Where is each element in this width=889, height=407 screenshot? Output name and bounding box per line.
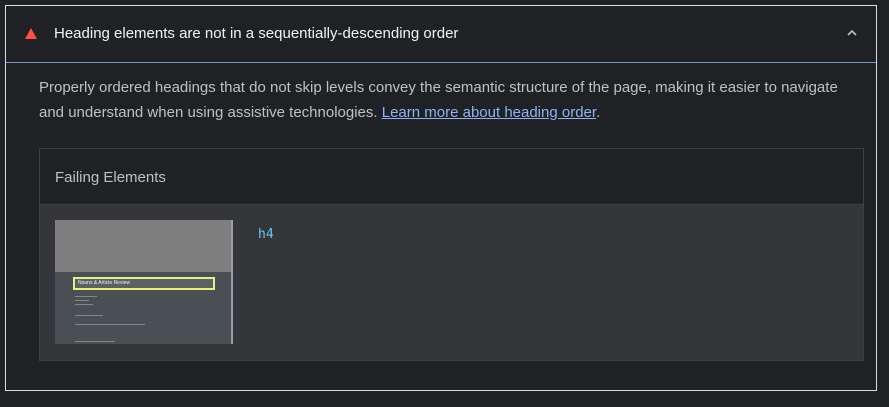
audit-description: Properly ordered headings that do not sk… <box>39 79 838 121</box>
highlighted-heading: Nouns & Article Review <box>73 277 215 290</box>
element-screenshot-thumbnail[interactable]: Nouns & Article Review <box>55 220 233 344</box>
chevron-up-icon[interactable] <box>845 26 859 40</box>
learn-more-link[interactable]: Learn more about heading order <box>382 104 596 121</box>
warning-triangle-icon <box>25 28 37 39</box>
failing-element-row[interactable]: Nouns & Article Review h4 <box>40 205 863 360</box>
audit-panel: Heading elements are not in a sequential… <box>5 5 877 391</box>
node-tag[interactable]: h4 <box>258 227 274 242</box>
failing-elements-table: Failing Elements Nouns & Article Review … <box>39 148 864 361</box>
audit-header[interactable]: Heading elements are not in a sequential… <box>6 6 876 63</box>
failing-elements-header: Failing Elements <box>40 149 863 205</box>
audit-title: Heading elements are not in a sequential… <box>54 25 459 42</box>
failing-elements-title: Failing Elements <box>55 169 166 186</box>
